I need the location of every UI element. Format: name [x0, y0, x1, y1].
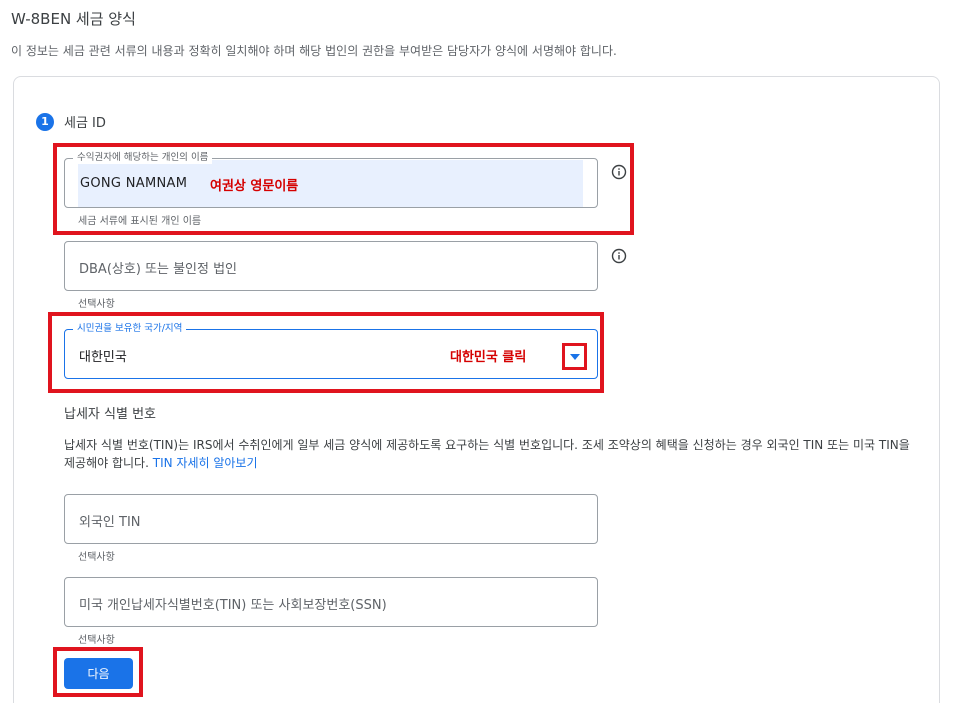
tin-section-description: 납세자 식별 번호(TIN)는 IRS에서 수취인에게 일부 세금 양식에 제공…: [64, 436, 924, 472]
step-header: 1 세금 ID: [36, 112, 106, 131]
info-icon[interactable]: [611, 248, 627, 264]
foreign-tin-placeholder: 외국인 TIN: [79, 515, 141, 530]
dba-field[interactable]: DBA(상호) 또는 불인정 법인: [64, 241, 598, 291]
step-label: 세금 ID: [64, 116, 106, 131]
dba-placeholder: DBA(상호) 또는 불인정 법인: [79, 262, 238, 277]
tin-learn-more-link[interactable]: TIN 자세히 알아보기: [153, 456, 258, 470]
next-button[interactable]: 다음: [64, 658, 133, 689]
us-tin-field[interactable]: 미국 개인납세자식별번호(TIN) 또는 사회보장번호(SSN): [64, 577, 598, 627]
country-highlight-box: [48, 312, 604, 393]
page-title: W-8BEN 세금 양식: [11, 10, 136, 28]
us-tin-helper: 선택사항: [78, 635, 115, 646]
foreign-tin-helper: 선택사항: [78, 552, 115, 563]
page-description: 이 정보는 세금 관련 서류의 내용과 정확히 일치해야 하며 해당 법인의 권…: [11, 44, 617, 58]
foreign-tin-field[interactable]: 외국인 TIN: [64, 494, 598, 544]
dba-helper: 선택사항: [78, 299, 115, 310]
step-number-badge: 1: [36, 112, 54, 131]
tin-section-title: 납세자 식별 번호: [64, 407, 156, 422]
us-tin-placeholder: 미국 개인납세자식별번호(TIN) 또는 사회보장번호(SSN): [79, 598, 387, 613]
name-highlight-box: [53, 143, 634, 235]
